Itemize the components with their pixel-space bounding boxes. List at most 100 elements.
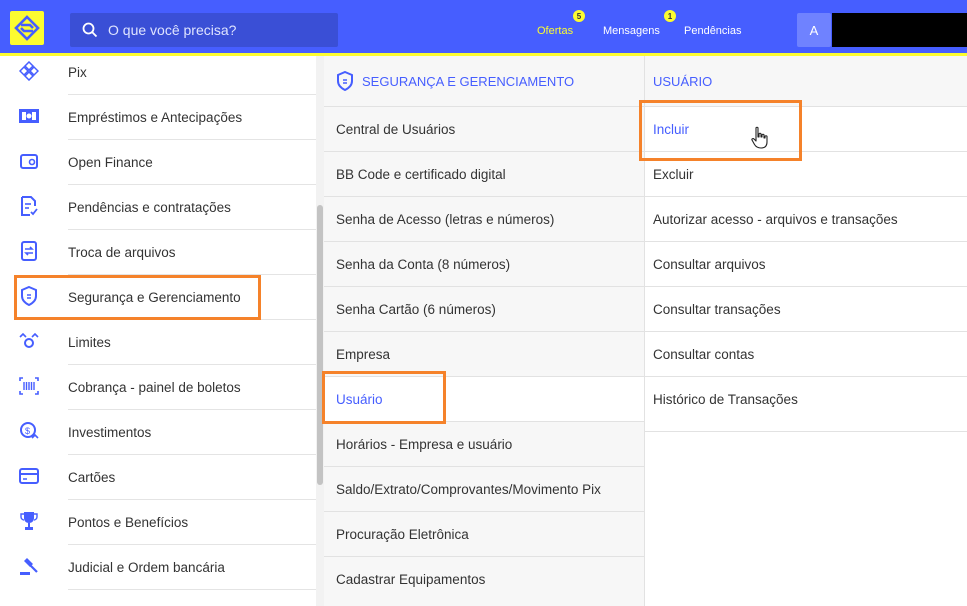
sidebar-item-seguranca[interactable]: Segurança e Gerenciamento [0,275,316,320]
sidebar-scrollbar-thumb[interactable] [317,205,323,485]
submenu-item-cadastrar-equipamentos[interactable]: Cadastrar Equipamentos [324,556,644,601]
ofertas-badge: 5 [573,10,585,22]
search-input[interactable] [108,22,328,38]
partial-icon [18,600,40,606]
submenu-item-label: Cadastrar Equipamentos [336,571,486,587]
wallet-icon [18,150,40,172]
sidebar-item-emprestimos[interactable]: Empréstimos e Antecipações [0,95,316,140]
shield-icon [336,71,354,91]
usuario-item-autorizar-acesso[interactable]: Autorizar acesso - arquivos e transações [645,196,967,241]
sidebar-item-label: Empréstimos e Antecipações [68,110,243,125]
submenu-item-horarios[interactable]: Horários - Empresa e usuário [324,421,644,466]
usuario-item-label: Excluir [653,166,694,182]
nav-mensagens-label: Mensagens [603,25,660,37]
submenu-item-label: Senha de Acesso (letras e números) [336,211,555,227]
sidebar-item-label: Investimentos [68,425,152,440]
submenu-item-empresa[interactable]: Empresa [324,331,644,376]
submenu-item-label: Central de Usuários [336,121,456,137]
usuario-item-label: Consultar transações [653,301,781,317]
shield-icon [18,285,40,307]
sidebar-item-label: Pix [68,65,87,80]
submenu-header: SEGURANÇA E GERENCIAMENTO [324,56,644,106]
sidebar-item-limites[interactable]: Limites [0,320,316,365]
sidebar-item-label: Troca de arquivos [68,245,176,260]
trophy-icon [18,510,40,532]
nav-pendencias-label: Pendências [684,25,742,37]
submenu-item-central-usuarios[interactable]: Central de Usuários [324,106,644,151]
mensagens-badge: 1 [664,10,676,22]
sidebar-item-investimentos[interactable]: $ Investimentos [0,410,316,455]
sidebar-menu: Pix Empréstimos e Antecipações Open Fina… [0,56,316,606]
sidebar-item-label: Open Finance [68,155,153,170]
submenu-title: SEGURANÇA E GERENCIAMENTO [362,73,575,89]
nav-pendencias[interactable]: Pendências [684,25,742,37]
sidebar-item-label: Pontos e Benefícios [68,515,189,530]
gavel-icon [18,555,40,577]
submenu-item-label: Horários - Empresa e usuário [336,436,513,452]
usuario-item-label: Incluir [653,121,690,137]
sidebar-item-cartoes[interactable]: Cartões [0,455,316,500]
submenu-item-label: Saldo/Extrato/Comprovantes/Movimento Pix [336,481,601,497]
pix-icon [18,60,40,82]
usuario-panel: USUÁRIO Incluir Excluir Autorizar acesso… [644,56,967,606]
submenu-item-label: Usuário [336,391,383,407]
top-bar: 5 Ofertas 1 Mensagens Pendências A [0,0,967,56]
sidebar-item-label: Pendências e contratações [68,200,231,215]
sidebar-item-judicial[interactable]: Judicial e Ordem bancária [0,545,316,590]
submenu-item-label: Empresa [336,346,391,362]
usuario-item-consultar-arquivos[interactable]: Consultar arquivos [645,241,967,286]
submenu-item-label: BB Code e certificado digital [336,166,506,182]
submenu-item-senha-cartao[interactable]: Senha Cartão (6 números) [324,286,644,331]
usuario-header: USUÁRIO [645,56,967,106]
search-icon[interactable] [82,22,98,38]
usuario-item-consultar-transacoes[interactable]: Consultar transações [645,286,967,331]
sidebar-item-label: Limites [68,335,111,350]
barcode-icon [18,375,40,397]
usuario-item-excluir[interactable]: Excluir [645,151,967,196]
submenu-item-senha-conta[interactable]: Senha da Conta (8 números) [324,241,644,286]
hand-pointer-icon [750,126,770,150]
nav-ofertas-label: Ofertas [537,25,574,37]
sidebar-item-cobranca[interactable]: Cobrança - painel de boletos [0,365,316,410]
card-icon [18,465,40,487]
usuario-title: USUÁRIO [653,73,713,89]
sidebar-item-troca-arquivos[interactable]: Troca de arquivos [0,230,316,275]
usuario-item-label: Consultar contas [653,346,755,362]
file-transfer-icon [18,240,40,262]
sidebar-item-label: Cobrança - painel de boletos [68,380,241,395]
submenu-item-usuario[interactable]: Usuário [324,376,644,421]
nav-mensagens[interactable]: 1 Mensagens [603,10,676,37]
investment-icon: $ [18,420,40,442]
submenu-item-procuracao[interactable]: Procuração Eletrônica [324,511,644,556]
user-avatar[interactable]: A [797,13,831,47]
submenu-item-label: Senha Cartão (6 números) [336,301,496,317]
usuario-item-consultar-contas[interactable]: Consultar contas [645,331,967,376]
limits-icon [18,330,40,352]
usuario-item-historico-transacoes[interactable]: Histórico de Transações [645,376,967,421]
submenu-item-senha-acesso[interactable]: Senha de Acesso (letras e números) [324,196,644,241]
sidebar-item-open-finance[interactable]: Open Finance [0,140,316,185]
document-check-icon [18,195,40,217]
submenu-item-bb-code[interactable]: BB Code e certificado digital [324,151,644,196]
svg-text:$: $ [25,426,30,436]
usuario-item-label: Autorizar acesso - arquivos e transações [653,211,898,227]
usuario-item-label: Histórico de Transações [653,391,798,407]
separator [645,431,967,432]
sidebar-item-label: Segurança e Gerenciamento [68,290,241,305]
sidebar-item-label: Judicial e Ordem bancária [68,560,225,575]
bb-logo-icon[interactable] [10,11,44,45]
sidebar-item-pendencias[interactable]: Pendências e contratações [0,185,316,230]
sidebar-item-label: Cartões [68,470,116,485]
redacted-user-name [832,13,967,47]
submenu-item-label: Procuração Eletrônica [336,526,469,542]
search-box[interactable] [70,13,338,47]
submenu-item-saldo-extrato[interactable]: Saldo/Extrato/Comprovantes/Movimento Pix [324,466,644,511]
usuario-item-incluir[interactable]: Incluir [645,106,967,151]
submenu-panel: SEGURANÇA E GERENCIAMENTO Central de Usu… [324,56,644,606]
usuario-item-label: Consultar arquivos [653,256,766,272]
money-icon [18,105,40,127]
nav-ofertas[interactable]: 5 Ofertas [537,10,585,37]
sidebar-item-pix[interactable]: Pix [0,50,316,95]
sidebar-item-pontos[interactable]: Pontos e Benefícios [0,500,316,545]
sidebar-item-partial[interactable] [0,590,316,606]
